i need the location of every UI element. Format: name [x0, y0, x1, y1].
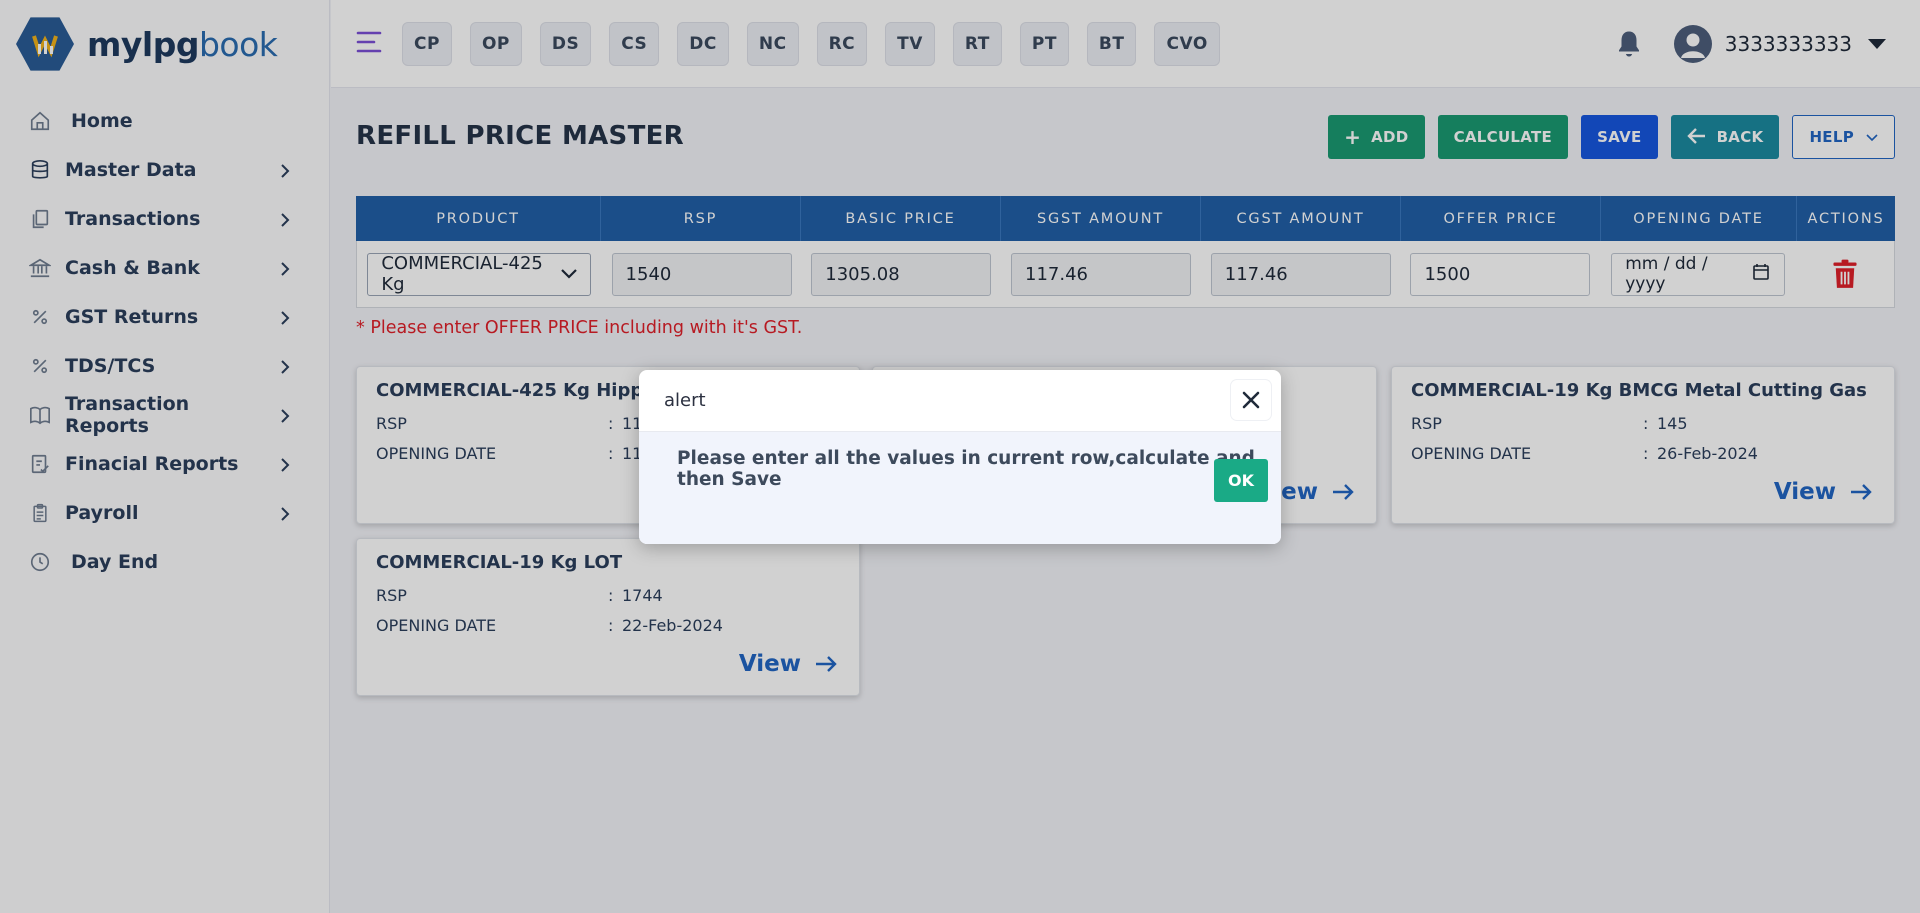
dialog-body: Please enter all the values in current r… [639, 432, 1281, 544]
dialog-title: alert [639, 370, 1281, 432]
close-icon[interactable] [1231, 380, 1271, 420]
alert-dialog: alert Please enter all the values in cur… [639, 370, 1281, 544]
dialog-message: Please enter all the values in current r… [677, 448, 1255, 490]
ok-button[interactable]: OK [1214, 459, 1268, 502]
